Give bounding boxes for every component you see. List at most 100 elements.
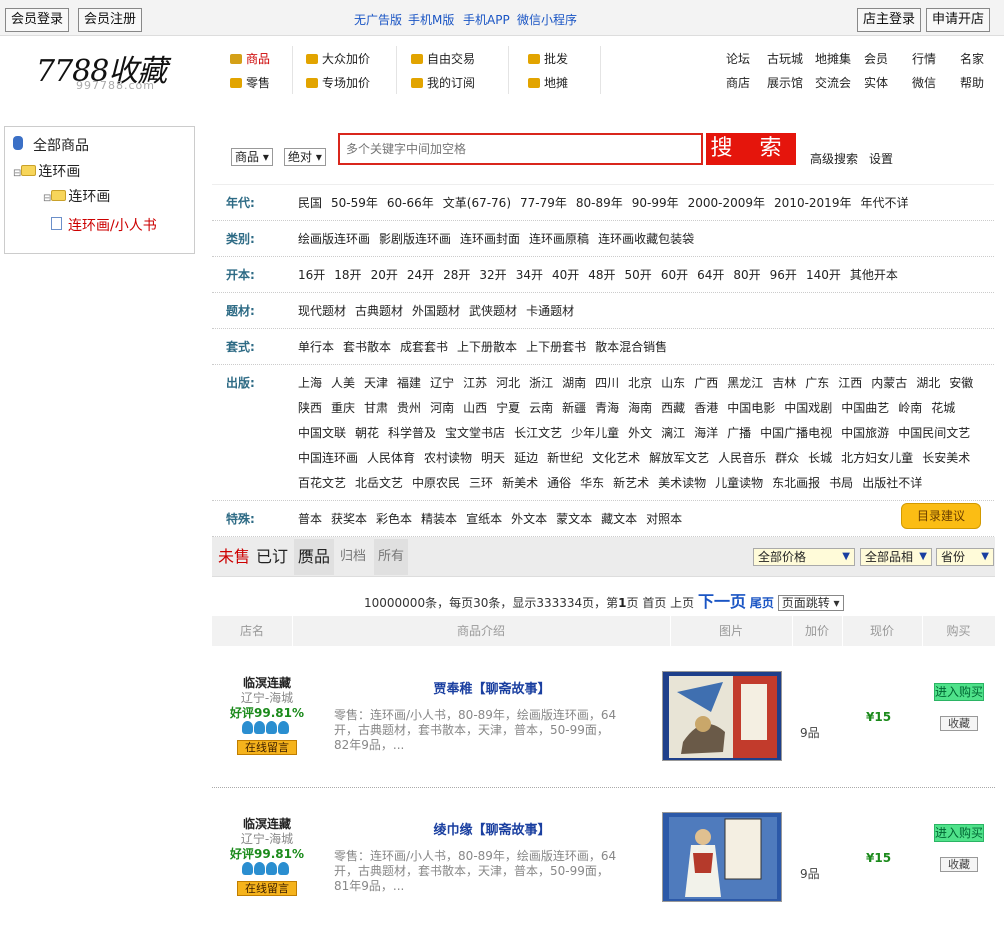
filter-option[interactable]: 东北画报 bbox=[772, 471, 820, 496]
filter-option[interactable]: 新艺术 bbox=[613, 471, 649, 496]
filter-option[interactable]: 新美术 bbox=[502, 471, 538, 496]
page-jump-select[interactable]: 页面跳转 ▾ bbox=[777, 595, 844, 611]
filter-option[interactable]: 中国连环画 bbox=[298, 446, 358, 471]
filter-option[interactable]: 长城 bbox=[808, 446, 832, 471]
filter-option[interactable]: 中国文联 bbox=[298, 421, 346, 446]
filter-option[interactable]: 内蒙古 bbox=[871, 371, 907, 396]
nav-street-stall[interactable]: 地摊 bbox=[528, 74, 568, 91]
item-title-link[interactable]: 贾奉稚【聊斋故事】 bbox=[342, 678, 642, 697]
tree-node-comics-sub[interactable]: ⊟ 连环画 bbox=[43, 186, 110, 206]
filter-option[interactable]: 对照本 bbox=[646, 507, 682, 532]
filter-option[interactable]: 河南 bbox=[430, 396, 454, 421]
filter-option[interactable]: 北方妇女儿童 bbox=[841, 446, 913, 471]
favorite-button[interactable]: 收藏 bbox=[940, 716, 978, 731]
search-scope-select[interactable]: 商品 ▾ bbox=[231, 148, 273, 166]
filter-option[interactable]: 48开 bbox=[588, 263, 615, 288]
filter-option[interactable]: 散本混合销售 bbox=[595, 335, 667, 360]
link-physical-store[interactable]: 实体 bbox=[864, 74, 888, 91]
member-register-button[interactable]: 会员注册 bbox=[78, 8, 143, 32]
filter-option[interactable]: 群众 bbox=[775, 446, 799, 471]
filter-option[interactable]: 90-99年 bbox=[632, 191, 679, 216]
filter-option[interactable]: 少年儿童 bbox=[571, 421, 619, 446]
filter-option[interactable]: 成套套书 bbox=[400, 335, 448, 360]
catalog-suggest-button[interactable]: 目录建议 bbox=[901, 503, 981, 529]
nav-wholesale[interactable]: 批发 bbox=[528, 50, 568, 67]
filter-option[interactable]: 24开 bbox=[407, 263, 434, 288]
link-stall-market[interactable]: 地摊集 bbox=[815, 50, 851, 67]
site-logo[interactable]: 7788收藏 997788.com bbox=[36, 46, 176, 96]
filter-option[interactable]: 现代题材 bbox=[298, 299, 346, 324]
filter-option[interactable]: 中原农民 bbox=[412, 471, 460, 496]
filter-option[interactable]: 长江文艺 bbox=[514, 421, 562, 446]
filter-option[interactable]: 连环画原稿 bbox=[529, 227, 589, 252]
filter-option[interactable]: 江苏 bbox=[463, 371, 487, 396]
filter-option[interactable]: 77-79年 bbox=[520, 191, 567, 216]
filter-option[interactable]: 书局 bbox=[829, 471, 853, 496]
filter-option[interactable]: 重庆 bbox=[331, 396, 355, 421]
filter-option[interactable]: 云南 bbox=[529, 396, 553, 421]
filter-option[interactable]: 农村读物 bbox=[424, 446, 472, 471]
buy-button[interactable]: 进入购买 bbox=[934, 683, 984, 701]
member-login-button[interactable]: 会员登录 bbox=[5, 8, 70, 32]
filter-option[interactable]: 18开 bbox=[334, 263, 361, 288]
filter-option[interactable]: 人美 bbox=[331, 371, 355, 396]
filter-option[interactable]: 宣纸本 bbox=[466, 507, 502, 532]
item-title-link[interactable]: 绫巾缘【聊斋故事】 bbox=[342, 819, 642, 838]
filter-option[interactable]: 文化艺术 bbox=[592, 446, 640, 471]
filter-option[interactable]: 32开 bbox=[479, 263, 506, 288]
filter-option[interactable]: 文革(67-76) bbox=[443, 191, 511, 216]
filter-option[interactable]: 朝花 bbox=[355, 421, 379, 446]
filter-option[interactable]: 广播 bbox=[727, 421, 751, 446]
settings-link[interactable]: 设置 bbox=[869, 150, 893, 167]
filter-option[interactable]: 武侠题材 bbox=[469, 299, 517, 324]
shop-owner-login-button[interactable]: 店主登录 bbox=[857, 8, 922, 32]
filter-option[interactable]: 儿童读物 bbox=[715, 471, 763, 496]
link-exhibition[interactable]: 展示馆 bbox=[767, 74, 803, 91]
filter-option[interactable]: 出版社不详 bbox=[862, 471, 922, 496]
filter-option[interactable]: 20开 bbox=[371, 263, 398, 288]
filter-option[interactable]: 浙江 bbox=[529, 371, 553, 396]
nav-special-auction[interactable]: 专场加价 bbox=[306, 74, 370, 91]
tab-fake[interactable]: 赝品 bbox=[294, 539, 335, 575]
filter-option[interactable]: 2000-2009年 bbox=[688, 191, 765, 216]
filter-option[interactable]: 中国广播电视 bbox=[760, 421, 832, 446]
online-message-button[interactable]: 在线留言 bbox=[237, 881, 297, 896]
filter-option[interactable]: 40开 bbox=[552, 263, 579, 288]
no-ads-link[interactable]: 无广告版 bbox=[354, 11, 402, 28]
wechat-mini-link[interactable]: 微信小程序 bbox=[517, 11, 577, 28]
filter-option[interactable]: 中国旅游 bbox=[841, 421, 889, 446]
filter-option[interactable]: 宝文堂书店 bbox=[445, 421, 505, 446]
link-help[interactable]: 帮助 bbox=[960, 74, 984, 91]
online-message-button[interactable]: 在线留言 bbox=[237, 740, 297, 755]
filter-option[interactable]: 海洋 bbox=[694, 421, 718, 446]
filter-option[interactable]: 蒙文本 bbox=[556, 507, 592, 532]
filter-option[interactable]: 80-89年 bbox=[576, 191, 623, 216]
filter-option[interactable]: 新疆 bbox=[562, 396, 586, 421]
tab-unsold[interactable]: 未售 bbox=[214, 539, 254, 575]
filter-option[interactable]: 广东 bbox=[805, 371, 829, 396]
filter-option[interactable]: 上海 bbox=[298, 371, 322, 396]
item-thumbnail[interactable] bbox=[662, 671, 782, 761]
filter-option[interactable]: 漓江 bbox=[661, 421, 685, 446]
search-input[interactable] bbox=[338, 133, 703, 165]
filter-option[interactable]: 套书散本 bbox=[343, 335, 391, 360]
filter-option[interactable]: 新世纪 bbox=[547, 446, 583, 471]
filter-option[interactable]: 山西 bbox=[463, 396, 487, 421]
filter-option[interactable]: 三环 bbox=[469, 471, 493, 496]
filter-option[interactable]: 贵州 bbox=[397, 396, 421, 421]
filter-option[interactable]: 卡通题材 bbox=[526, 299, 574, 324]
filter-option[interactable]: 其他开本 bbox=[850, 263, 898, 288]
filter-option[interactable]: 明天 bbox=[481, 446, 505, 471]
tree-root[interactable]: 全部商品 bbox=[13, 135, 89, 155]
filter-option[interactable]: 连环画收藏包装袋 bbox=[598, 227, 694, 252]
tree-node-picture-books[interactable]: 连环画/小人书 bbox=[51, 215, 157, 235]
filter-option[interactable]: 普本 bbox=[298, 507, 322, 532]
filter-option[interactable]: 96开 bbox=[770, 263, 797, 288]
filter-option[interactable]: 2010-2019年 bbox=[774, 191, 851, 216]
favorite-button[interactable]: 收藏 bbox=[940, 857, 978, 872]
search-mode-select[interactable]: 绝对 ▾ bbox=[284, 148, 326, 166]
filter-option[interactable]: 通俗 bbox=[547, 471, 571, 496]
filter-option[interactable]: 年代不详 bbox=[860, 191, 908, 216]
filter-option[interactable]: 香港 bbox=[694, 396, 718, 421]
link-member[interactable]: 会员 bbox=[864, 50, 888, 67]
